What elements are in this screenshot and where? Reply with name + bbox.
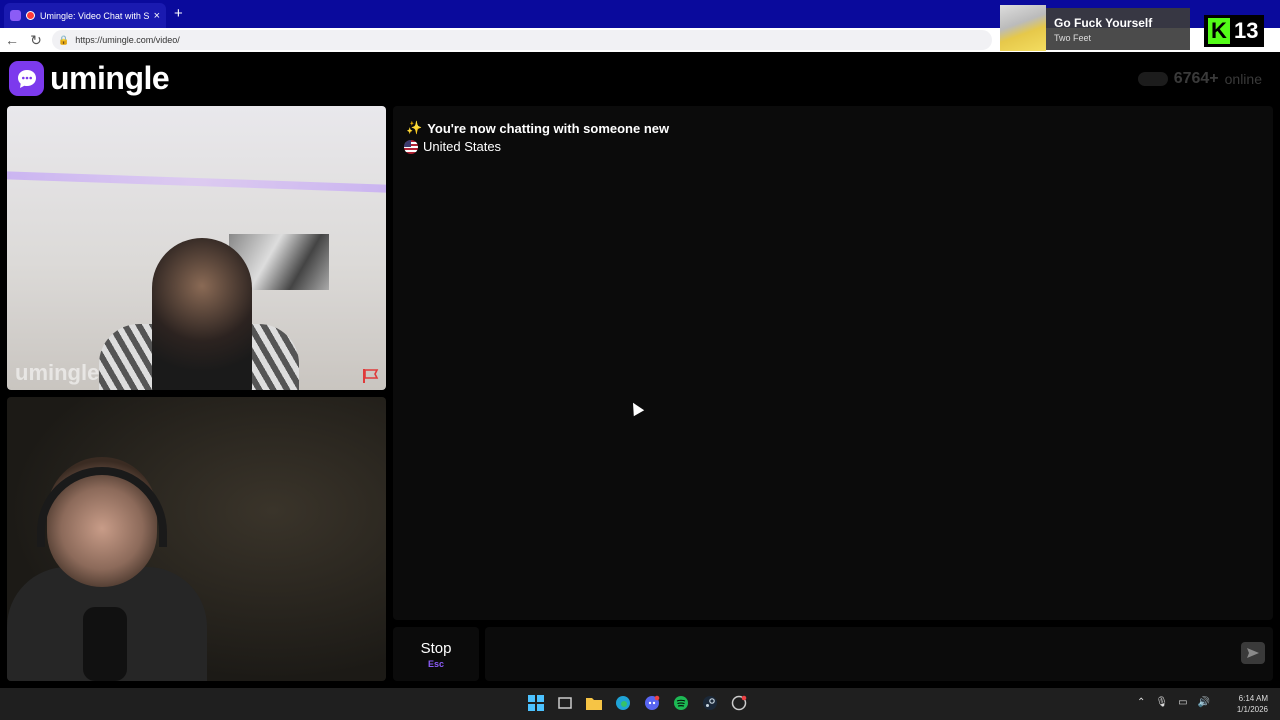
url-text: https://umingle.com/video/ <box>75 35 180 45</box>
tab-title: Umingle: Video Chat with Str <box>40 10 149 21</box>
logo-text: umingle <box>50 60 170 96</box>
tab-close-icon[interactable]: × <box>154 10 160 22</box>
send-button[interactable] <box>1241 642 1265 664</box>
site-info-icon[interactable]: 🔒 <box>58 35 69 46</box>
task-view-icon[interactable] <box>555 693 575 713</box>
song-title: Go Fuck Yourself <box>1054 15 1153 30</box>
steam-icon[interactable] <box>700 693 720 713</box>
stranger-country-text: United States <box>423 139 502 154</box>
led-strip <box>7 171 386 193</box>
sparkle-icon: ✨ <box>406 120 423 135</box>
file-explorer-icon[interactable] <box>584 693 604 713</box>
stop-button[interactable]: Stop Esc <box>393 627 479 681</box>
kick-logo-icon: K <box>1208 18 1230 44</box>
chat-status: ✨ You're now chatting with someone new <box>406 120 669 136</box>
chat-status-text: You're now chatting with someone new <box>427 120 670 136</box>
stranger-video: umingle <box>7 106 386 390</box>
song-artist: Two Feet <box>1054 32 1092 43</box>
url-field[interactable]: 🔒 https://umingle.com/video/ <box>52 30 992 50</box>
video-watermark: umingle <box>15 360 100 385</box>
back-icon[interactable]: ← <box>0 32 24 48</box>
spotify-icon[interactable] <box>671 693 691 713</box>
report-flag-icon[interactable] <box>362 368 380 384</box>
edge-browser-icon[interactable] <box>613 693 633 713</box>
reload-icon[interactable]: ↻ <box>24 32 48 49</box>
os-taskbar: ⌃ 🎙 ▭ 🔊 6:14 AM 1/1/2026 <box>0 688 1280 720</box>
chat-panel: ✨ You're now chatting with someone new U… <box>393 106 1273 620</box>
stop-shortcut-key: Esc <box>427 658 444 669</box>
online-toggle-icon <box>1137 72 1168 86</box>
system-tray: ⌃ 🎙 ▭ 🔊 <box>1137 697 1210 708</box>
recording-icon <box>26 11 35 20</box>
send-icon <box>1247 648 1259 658</box>
taskbar-clock[interactable]: 6:14 AM 1/1/2026 <box>1237 693 1268 715</box>
umingle-favicon-icon <box>10 10 21 21</box>
obs-icon[interactable] <box>729 693 749 713</box>
chat-bubble-icon <box>9 61 44 96</box>
discord-icon[interactable] <box>642 693 662 713</box>
kick-viewer-overlay: K 13 <box>1204 15 1264 47</box>
new-tab-icon[interactable]: + <box>174 5 183 22</box>
self-video <box>7 397 386 681</box>
network-icon[interactable]: ▭ <box>1178 697 1187 708</box>
umingle-logo[interactable]: umingle <box>9 60 170 97</box>
online-counter: 6764+ online <box>1137 70 1262 88</box>
message-input[interactable] <box>485 627 1273 681</box>
online-count: 6764+ <box>1173 70 1219 87</box>
album-art <box>1000 5 1046 51</box>
microphone <box>83 607 127 681</box>
clock-date: 1/1/2026 <box>1236 705 1268 714</box>
microphone-icon[interactable]: 🎙 <box>1155 697 1168 708</box>
stranger-head <box>152 238 252 390</box>
now-playing-overlay: Go Fuck Yourself Two Feet <box>1000 5 1190 51</box>
stranger-country: United States <box>404 139 501 154</box>
clock-time: 6:14 AM <box>1238 694 1268 703</box>
stop-button-label: Stop <box>420 639 452 657</box>
tray-chevron-icon[interactable]: ⌃ <box>1137 697 1145 708</box>
start-windows-icon[interactable] <box>526 693 546 713</box>
volume-icon[interactable]: 🔊 <box>1198 697 1210 708</box>
browser-tab[interactable]: Umingle: Video Chat with Str × <box>4 3 166 28</box>
us-flag-icon <box>404 139 418 154</box>
kick-count: 13 <box>1234 18 1259 43</box>
online-label: online <box>1224 71 1262 87</box>
